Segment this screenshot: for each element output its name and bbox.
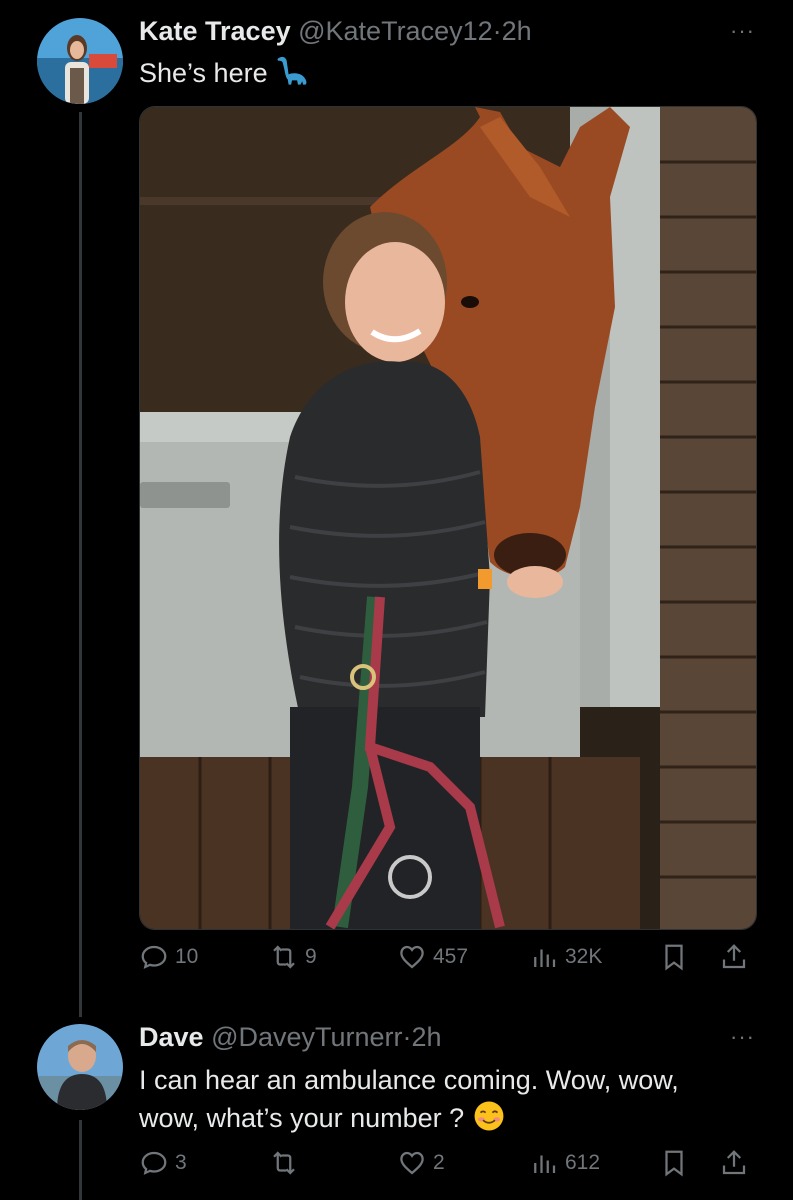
reply-text-line-2-wrap: wow, what’s your number ? <box>139 1099 679 1137</box>
separator: · <box>492 16 502 46</box>
tweet-text: She’s here <box>139 54 309 92</box>
more-options-button[interactable]: ··· <box>730 18 755 44</box>
display-name[interactable]: Kate Tracey <box>139 16 291 46</box>
reply-handle[interactable]: @DaveyTurnerr <box>211 1022 402 1052</box>
bookmark-icon <box>665 944 683 971</box>
handle[interactable]: @KateTracey12 <box>298 16 493 46</box>
reply-separator: · <box>402 1022 412 1052</box>
reply-icon <box>141 945 167 969</box>
timestamp[interactable]: 2h <box>502 16 532 46</box>
reply-text: I can hear an ambulance coming. Wow, wow… <box>139 1062 679 1137</box>
retweet-icon <box>273 1151 295 1175</box>
reply-reply-count: 3 <box>175 1151 187 1174</box>
reply-views-button[interactable]: 612 <box>529 1148 600 1178</box>
sauropod-emoji-icon <box>277 56 307 85</box>
tweet-header: Kate Tracey @KateTracey12·2h <box>139 16 532 47</box>
reply-like-count: 2 <box>433 1151 445 1174</box>
reply-action-bar: 3 2 612 <box>139 1148 755 1188</box>
reply-share-button[interactable] <box>719 1148 749 1178</box>
thread-line <box>79 112 82 1017</box>
reply-display-name[interactable]: Dave <box>139 1022 204 1052</box>
like-count: 457 <box>433 945 469 968</box>
view-count: 32K <box>565 945 603 968</box>
heart-icon <box>400 1151 424 1175</box>
like-button[interactable]: 457 <box>397 942 468 972</box>
reply-avatar[interactable] <box>37 1024 123 1110</box>
reply-reply-button[interactable]: 3 <box>139 1148 187 1178</box>
retweet-count: 9 <box>305 945 317 968</box>
reply-more-options-button[interactable]: ··· <box>730 1024 755 1050</box>
share-button[interactable] <box>719 942 749 972</box>
share-icon <box>722 1150 746 1175</box>
reply-count: 10 <box>175 945 199 968</box>
views-button[interactable]: 32K <box>529 942 602 972</box>
reply-header: Dave @DaveyTurnerr·2h <box>139 1022 442 1053</box>
smiling-face-emoji-icon <box>474 1101 504 1131</box>
reply-timestamp[interactable]: 2h <box>412 1022 442 1052</box>
reply-button[interactable]: 10 <box>139 942 198 972</box>
tweet-action-bar: 10 9 457 32K <box>139 942 755 982</box>
reply-bookmark-button[interactable] <box>659 1148 689 1178</box>
reply-icon <box>141 1151 167 1175</box>
heart-icon <box>400 945 424 969</box>
retweet-icon <box>273 945 295 969</box>
reply-retweet-button[interactable] <box>269 1148 305 1178</box>
avatar[interactable] <box>37 18 123 104</box>
reply-view-count: 612 <box>565 1151 601 1174</box>
bar-chart-icon <box>534 1155 556 1173</box>
tweet-text-content: She’s here <box>139 58 268 88</box>
bookmark-icon <box>665 1150 683 1177</box>
reply-like-button[interactable]: 2 <box>397 1148 445 1178</box>
reply-text-line-1: I can hear an ambulance coming. Wow, wow… <box>139 1065 679 1095</box>
bar-chart-icon <box>534 949 556 967</box>
tweet-photo[interactable] <box>139 106 757 930</box>
share-icon <box>722 944 746 969</box>
bookmark-button[interactable] <box>659 942 689 972</box>
thread-line-reply <box>79 1120 82 1200</box>
reply-text-line-2: wow, what’s your number ? <box>139 1103 465 1133</box>
retweet-button[interactable]: 9 <box>269 942 317 972</box>
